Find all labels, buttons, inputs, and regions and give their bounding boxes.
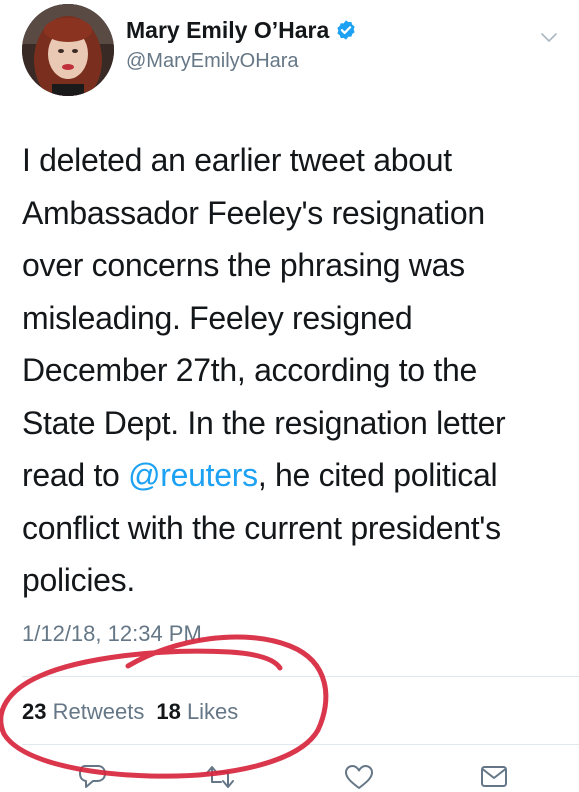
retweets-label: Retweets: [52, 699, 145, 724]
display-name-text[interactable]: Mary Emily O’Hara: [126, 17, 329, 43]
avatar[interactable]: [22, 4, 114, 96]
author-names: Mary Emily O’Hara @MaryEmilyOHara: [126, 16, 357, 74]
tweet-text-fragment: , he cited political: [257, 457, 498, 493]
reply-icon[interactable]: [76, 762, 108, 792]
tweet-text-line: Ambassador Feeley's resignation: [22, 194, 485, 231]
tweet-text-fragment: read to: [22, 457, 129, 493]
tweet-actions: [0, 762, 579, 792]
author-handle[interactable]: @MaryEmilyOHara: [126, 48, 357, 74]
tweet-text-line: December 27th, according to the: [22, 352, 477, 388]
likes-label: Likes: [186, 699, 239, 724]
tweet-card: Mary Emily O’Hara @MaryEmilyOHara I dele…: [0, 0, 579, 791]
tweet-text-line: I deleted an earlier tweet about: [22, 142, 452, 178]
tweet-text-line: State Dept. In the resignation letter: [22, 404, 506, 441]
author-display-name[interactable]: Mary Emily O’Hara: [126, 16, 357, 44]
envelope-icon[interactable]: [478, 762, 510, 792]
tweet-text-line: misleading. Feeley resigned: [22, 299, 413, 336]
tweet-text-line: read to @reuters, he cited political: [22, 449, 567, 502]
divider: [22, 676, 579, 677]
mention-link[interactable]: @reuters: [128, 457, 258, 493]
tweet-text-line: policies.: [22, 562, 135, 598]
tweet-text-line: over concerns the phrasing was: [22, 247, 465, 283]
tweet-header: Mary Emily O’Hara @MaryEmilyOHara: [22, 4, 562, 96]
avatar-photo: [22, 4, 114, 96]
tweet-timestamp[interactable]: 1/12/18, 12:34 PM: [22, 620, 202, 648]
retweets-stat[interactable]: 23 Retweets: [22, 699, 144, 724]
verified-badge-icon: [337, 20, 355, 40]
likes-count: 18: [156, 699, 181, 724]
likes-stat[interactable]: 18 Likes: [156, 699, 238, 724]
tweet-text-line: conflict with the current president's: [22, 509, 501, 546]
retweet-icon[interactable]: [204, 762, 236, 792]
divider: [22, 744, 579, 745]
chevron-down-icon[interactable]: [540, 32, 558, 44]
retweets-count: 23: [22, 699, 47, 724]
heart-icon[interactable]: [343, 762, 375, 792]
tweet-stats: 23 Retweets 18 Likes: [22, 698, 238, 726]
tweet-text: I deleted an earlier tweet about Ambassa…: [22, 134, 567, 607]
